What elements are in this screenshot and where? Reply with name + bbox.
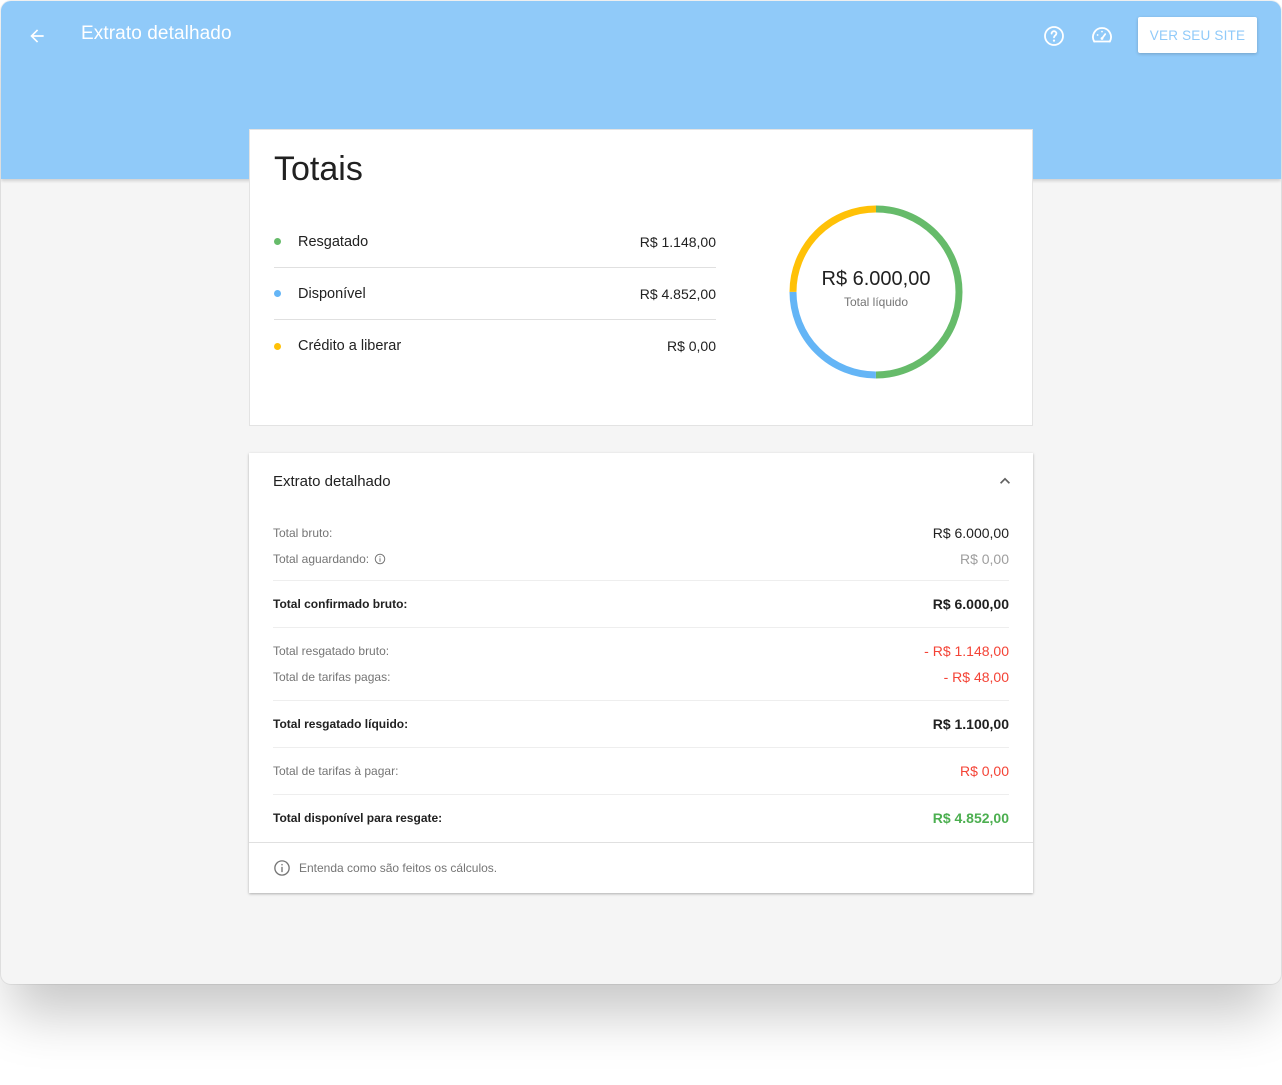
- table-row: Total resgatado bruto: - R$ 1.148,00: [273, 638, 1009, 664]
- credito-dot-icon: [274, 342, 281, 350]
- legend-item-credito: Crédito a liberar R$ 0,00: [274, 320, 716, 372]
- total-tarifas-pagar-value: R$ 0,00: [959, 763, 1009, 779]
- legend-value: R$ 0,00: [666, 338, 716, 354]
- total-tarifas-pagar-label: Total de tarifas à pagar:: [273, 764, 399, 778]
- view-site-button[interactable]: VER SEU SITE: [1138, 17, 1257, 53]
- total-aguardando-value: R$ 0,00: [959, 551, 1009, 567]
- total-aguardando-label: Total aguardando:: [273, 552, 370, 566]
- total-bruto-label: Total bruto:: [273, 526, 333, 540]
- table-row: Total resgatado líquido: R$ 1.100,00: [273, 701, 1009, 747]
- legend-label: Disponível: [298, 285, 366, 302]
- total-aguardando-label-wrap: Total aguardando:: [273, 552, 386, 566]
- total-resgatado-bruto-label: Total resgatado bruto:: [273, 644, 390, 658]
- legend-item-disponivel: Disponível R$ 4.852,00: [274, 268, 716, 320]
- group-bruto: Total bruto: R$ 6.000,00 Total aguardand…: [273, 515, 1009, 581]
- resgatado-dot-icon: [274, 238, 281, 245]
- table-row: Total aguardando: R$ 0,00: [273, 546, 1009, 572]
- legend-label: Resgatado: [298, 233, 369, 250]
- table-row: Total bruto: R$ 6.000,00: [273, 520, 1009, 546]
- donut-caption: Total líquido: [843, 294, 909, 309]
- total-resgatado-liquido-value: R$ 1.100,00: [932, 716, 1009, 732]
- legend-item-resgatado: Resgatado R$ 1.148,00: [274, 216, 716, 268]
- back-button[interactable]: [23, 22, 51, 50]
- donut-total-value: R$ 6.000,00: [821, 267, 931, 290]
- total-bruto-value: R$ 6.000,00: [932, 525, 1009, 541]
- totals-legend: Resgatado R$ 1.148,00 Disponível R$ 4.85…: [274, 216, 716, 372]
- total-resgatado-bruto-value: - R$ 1.148,00: [924, 643, 1009, 659]
- group-tarifas-pagar: Total de tarifas à pagar: R$ 0,00: [273, 748, 1009, 795]
- chevron-up-icon: [1000, 477, 1010, 484]
- table-row: Total confirmado bruto: R$ 6.000,00: [273, 581, 1009, 627]
- group-confirmado: Total confirmado bruto: R$ 6.000,00: [273, 581, 1009, 628]
- group-resgatado: Total resgatado bruto: - R$ 1.148,00 Tot…: [273, 628, 1009, 701]
- total-confirmado-label: Total confirmado bruto:: [273, 597, 408, 611]
- legend-value: R$ 1.148,00: [639, 233, 716, 250]
- arrow-back-icon: [30, 29, 44, 43]
- help-button[interactable]: [1041, 23, 1067, 49]
- total-disponivel-label: Total disponível para resgate:: [273, 811, 443, 825]
- totals-title: Totais: [274, 150, 363, 188]
- info-circle-icon: [374, 553, 386, 565]
- calculation-help-link[interactable]: Entenda como são feitos os cálculos.: [249, 842, 1033, 893]
- table-row: Total de tarifas à pagar: R$ 0,00: [273, 748, 1009, 794]
- extrato-header[interactable]: Extrato detalhado: [249, 453, 1033, 509]
- total-tarifas-pagas-label: Total de tarifas pagas:: [273, 670, 391, 684]
- app-window: Extrato detalhado VER SEU SITE Totais Re…: [1, 1, 1281, 984]
- help-circle-icon: [1044, 26, 1064, 46]
- table-row: Total disponível para resgate: R$ 4.852,…: [273, 795, 1009, 841]
- extrato-card: Extrato detalhado Total bruto: R$ 6.000,…: [249, 453, 1033, 893]
- total-disponivel-value: R$ 4.852,00: [932, 810, 1009, 826]
- totals-donut-chart: R$ 6.000,00 Total líquido: [786, 202, 966, 382]
- total-confirmado-value: R$ 6.000,00: [932, 596, 1009, 612]
- legend-label: Crédito a liberar: [298, 338, 402, 354]
- total-resgatado-liquido-label: Total resgatado líquido:: [273, 717, 409, 731]
- page-title: Extrato detalhado: [81, 23, 232, 44]
- extrato-rows: Total bruto: R$ 6.000,00 Total aguardand…: [273, 515, 1009, 842]
- group-disponivel: Total disponível para resgate: R$ 4.852,…: [273, 795, 1009, 842]
- disponivel-dot-icon: [274, 290, 281, 297]
- donut-center: R$ 6.000,00 Total líquido: [786, 202, 966, 382]
- legend-value: R$ 4.852,00: [639, 285, 716, 302]
- extrato-title: Extrato detalhado: [273, 472, 391, 490]
- totals-card: Totais Resgatado R$ 1.148,00 Disponível …: [249, 129, 1033, 426]
- calculation-help-text: Entenda como são feitos os cálculos.: [299, 861, 498, 875]
- speedometer-icon: [1092, 27, 1112, 43]
- dashboard-button[interactable]: [1089, 23, 1115, 49]
- collapse-button[interactable]: [993, 469, 1017, 493]
- info-circle-icon: [274, 860, 290, 876]
- info-icon[interactable]: [374, 553, 386, 565]
- total-tarifas-pagas-value: - R$ 48,00: [943, 669, 1009, 685]
- group-resgatado-liquido: Total resgatado líquido: R$ 1.100,00: [273, 701, 1009, 748]
- table-row: Total de tarifas pagas: - R$ 48,00: [273, 664, 1009, 690]
